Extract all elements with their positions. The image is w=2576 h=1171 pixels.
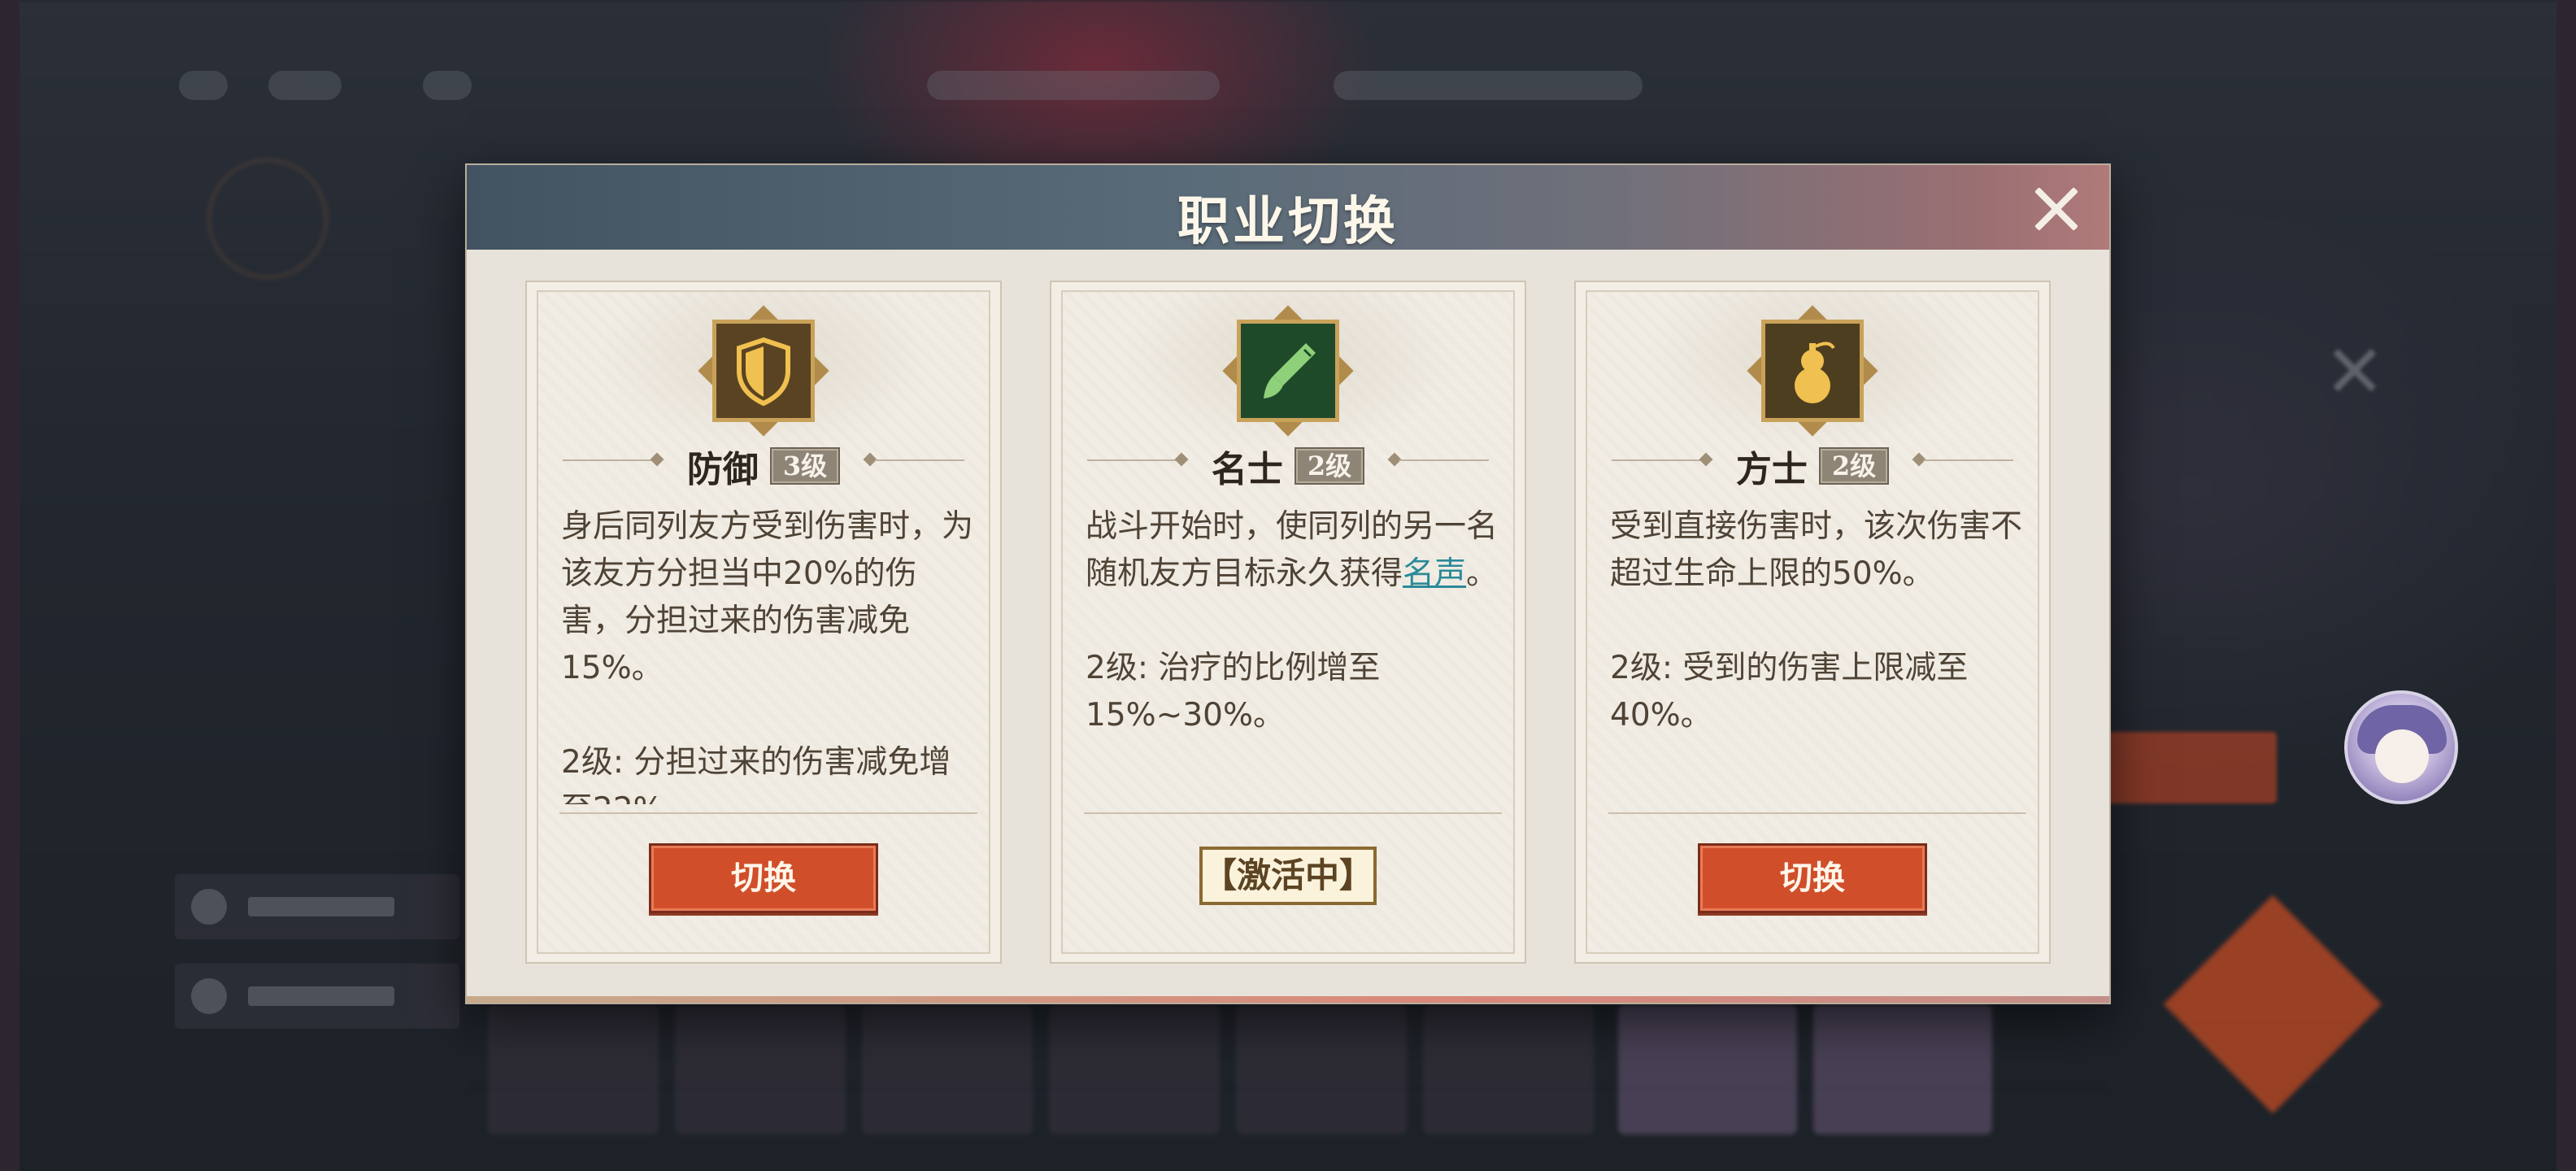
background-close-icon: ✕ bbox=[2324, 329, 2386, 415]
background-unit-card bbox=[1236, 1004, 1407, 1134]
background-right-border bbox=[2556, 0, 2576, 1171]
background-unit-card bbox=[1813, 1004, 1992, 1134]
dialog-header: 职业切换 bbox=[467, 165, 2109, 252]
close-icon[interactable] bbox=[2032, 185, 2081, 233]
profession-description: 受到直接伤害时，该次伤害不超过生命上限的50%。 2级: 受到的伤害上限减至40… bbox=[1610, 508, 2023, 734]
profession-card-scholar: 名士 2级 战斗开始时，使同列的另一名随机友方目标永久获得名声。 2级: 治疗的… bbox=[1050, 281, 1526, 964]
background-left-button bbox=[175, 874, 459, 939]
background-left-border bbox=[0, 0, 20, 1171]
active-status-badge: 【激活中】 bbox=[1199, 847, 1377, 905]
profession-name: 方士 bbox=[1735, 449, 1808, 490]
background-unit-card bbox=[488, 1004, 659, 1134]
background-left-button bbox=[175, 964, 459, 1029]
character-avatar[interactable] bbox=[2344, 690, 2458, 804]
level-badge: 2级 bbox=[1818, 447, 1890, 485]
background-red-button bbox=[2082, 732, 2277, 803]
background-unit-card bbox=[862, 1004, 1033, 1134]
level-badge: 3级 bbox=[769, 447, 841, 485]
profession-description: 战斗开始时，使同列的另一名随机友方目标永久获得名声。 2级: 治疗的比例增至15… bbox=[1086, 503, 1502, 804]
profession-name: 防御 bbox=[686, 449, 759, 490]
shield-icon bbox=[698, 305, 829, 437]
background-unit-card bbox=[1618, 1004, 1797, 1134]
level-badge: 2级 bbox=[1294, 447, 1365, 485]
profession-description: 身后同列友方受到伤害时，为该友方分担当中20%的伤害，分担过来的伤害减免15%。… bbox=[561, 508, 974, 804]
divider bbox=[1084, 812, 1502, 814]
fame-keyword-link[interactable]: 名声 bbox=[1403, 555, 1466, 592]
profession-card-alchemist: 方士 2级 受到直接伤害时，该次伤害不超过生命上限的50%。 2级: 受到的伤害… bbox=[1574, 281, 2051, 964]
profession-name: 名士 bbox=[1211, 449, 1283, 490]
gourd-icon bbox=[1747, 305, 1878, 437]
background-unit-card bbox=[675, 1004, 846, 1134]
switch-button[interactable]: 切换 bbox=[649, 843, 878, 913]
background-topbar bbox=[179, 49, 1724, 122]
background-emblem bbox=[207, 159, 328, 279]
divider bbox=[559, 812, 977, 814]
profession-switch-dialog: 职业切换 防御 3级 身后同列友方受到伤害时，为该友方分担当中20%的伤害，分担… bbox=[467, 165, 2109, 1003]
profession-card-defense: 防御 3级 身后同列友方受到伤害时，为该友方分担当中20%的伤害，分担过来的伤害… bbox=[525, 281, 1002, 964]
brush-icon bbox=[1222, 305, 1354, 437]
divider bbox=[1608, 812, 2026, 814]
background-unit-card bbox=[1049, 1004, 1220, 1134]
dialog-title: 职业切换 bbox=[1177, 191, 1399, 252]
background-unit-card bbox=[1423, 1004, 1594, 1134]
switch-button[interactable]: 切换 bbox=[1698, 843, 1927, 913]
